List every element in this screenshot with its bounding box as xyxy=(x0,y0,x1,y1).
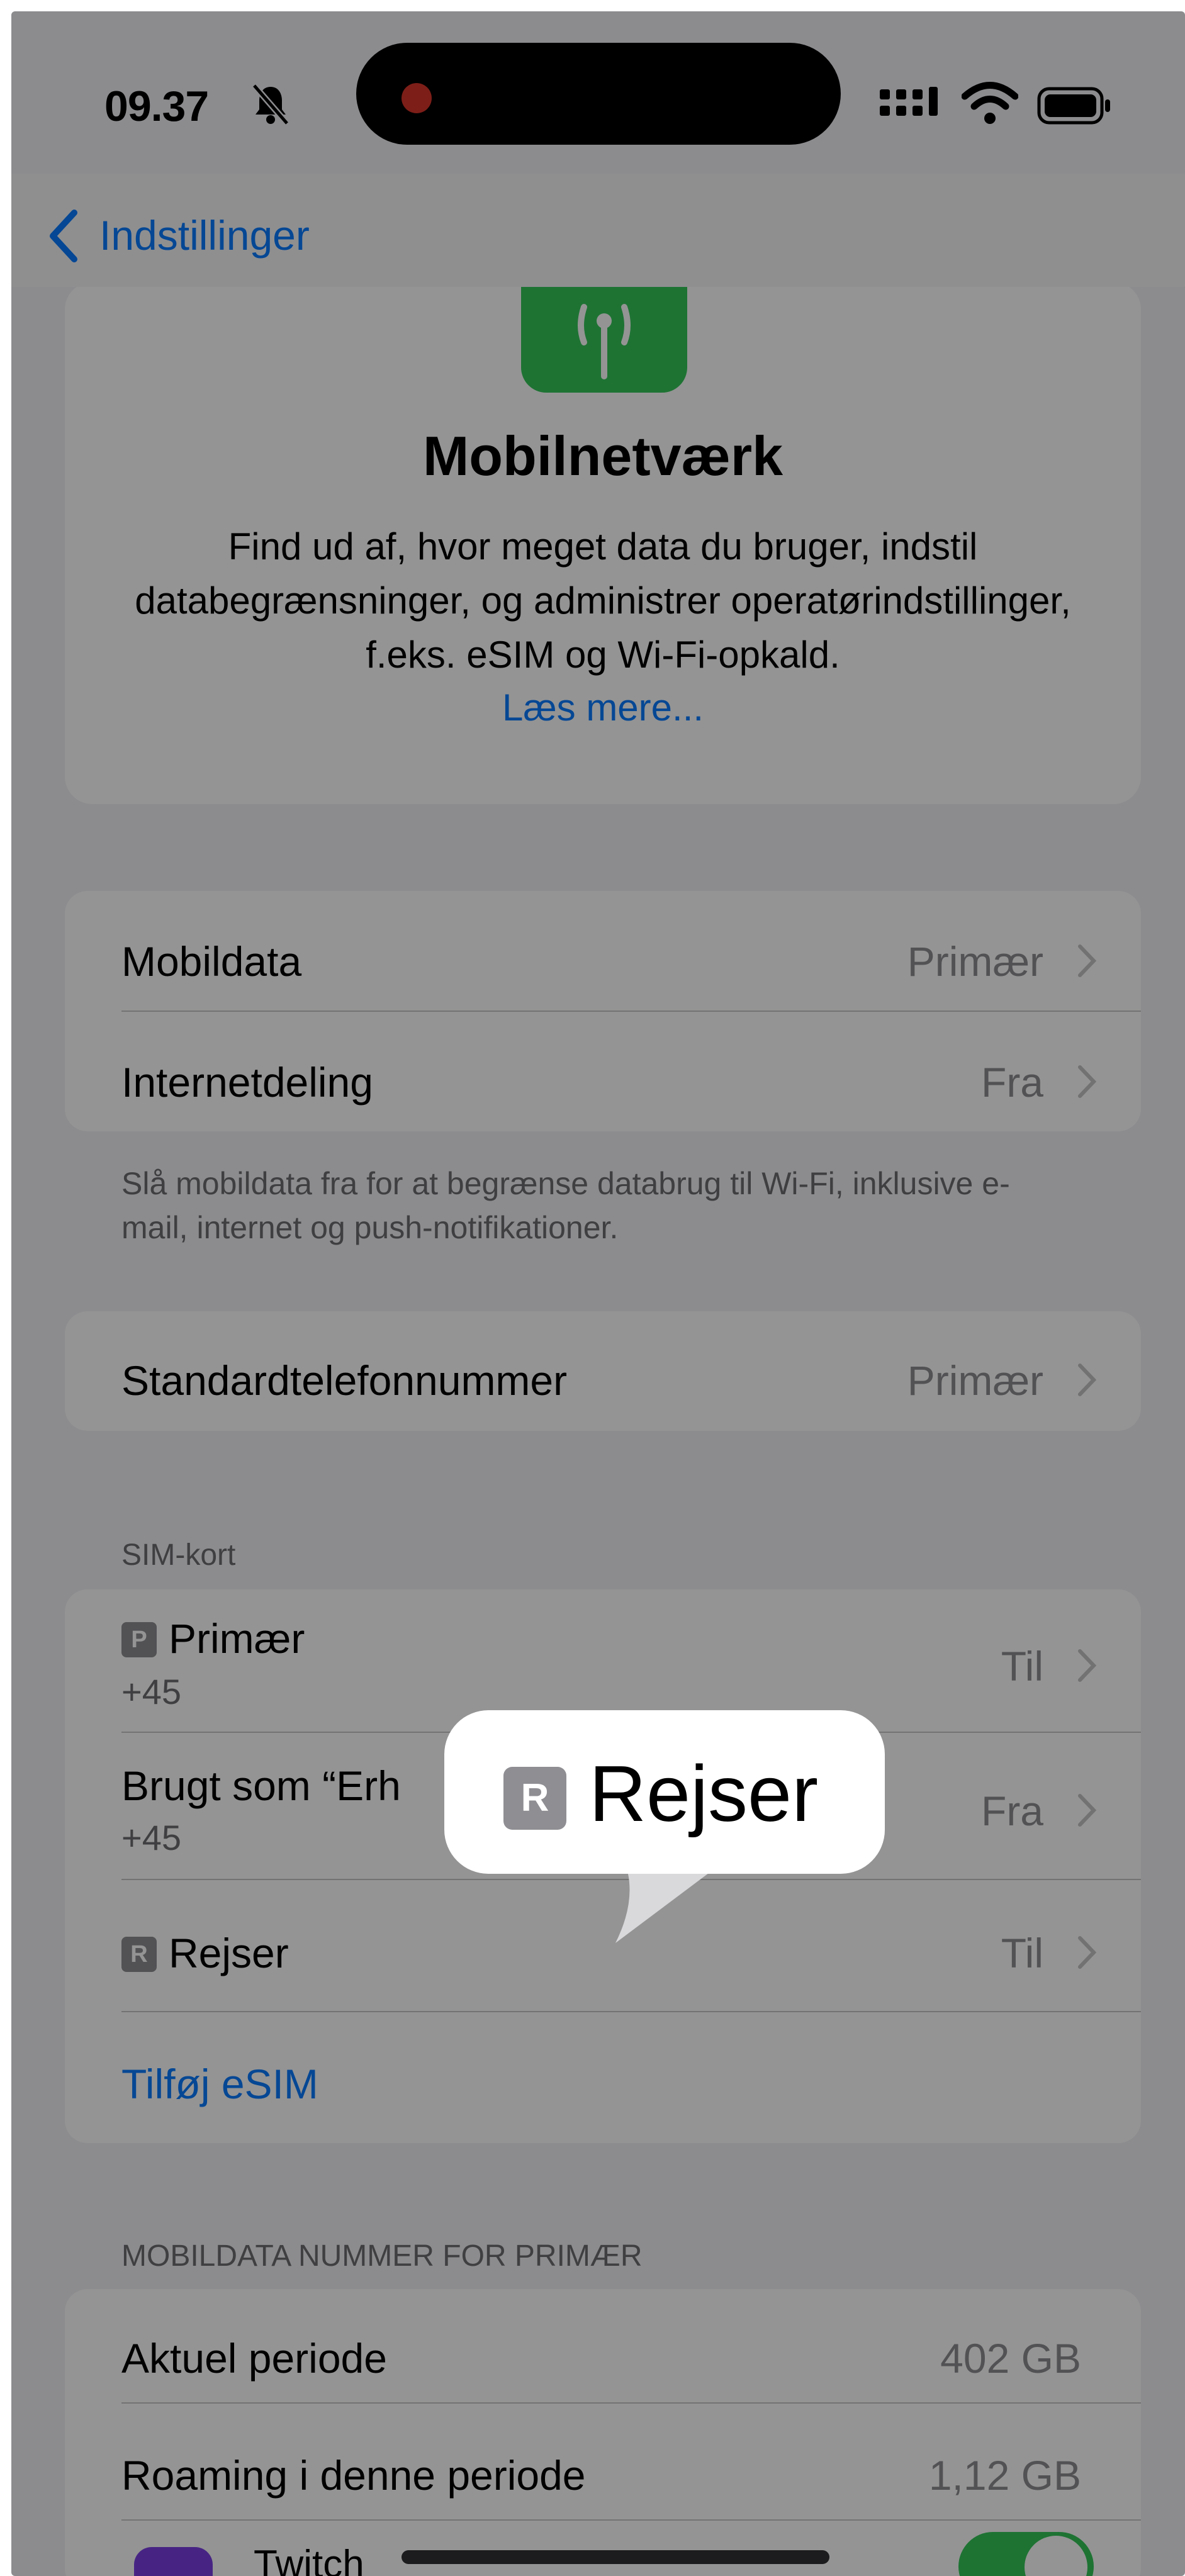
dim-overlay xyxy=(11,11,1185,2576)
home-indicator[interactable] xyxy=(402,2550,829,2564)
tooltip-badge: R xyxy=(503,1767,566,1830)
tooltip-tail xyxy=(615,1868,716,1943)
settings-screen: 09.37 Mobilnetværk Find ud af, hvor mege… xyxy=(11,11,1185,2576)
tooltip-label: Rejser xyxy=(589,1749,819,1838)
